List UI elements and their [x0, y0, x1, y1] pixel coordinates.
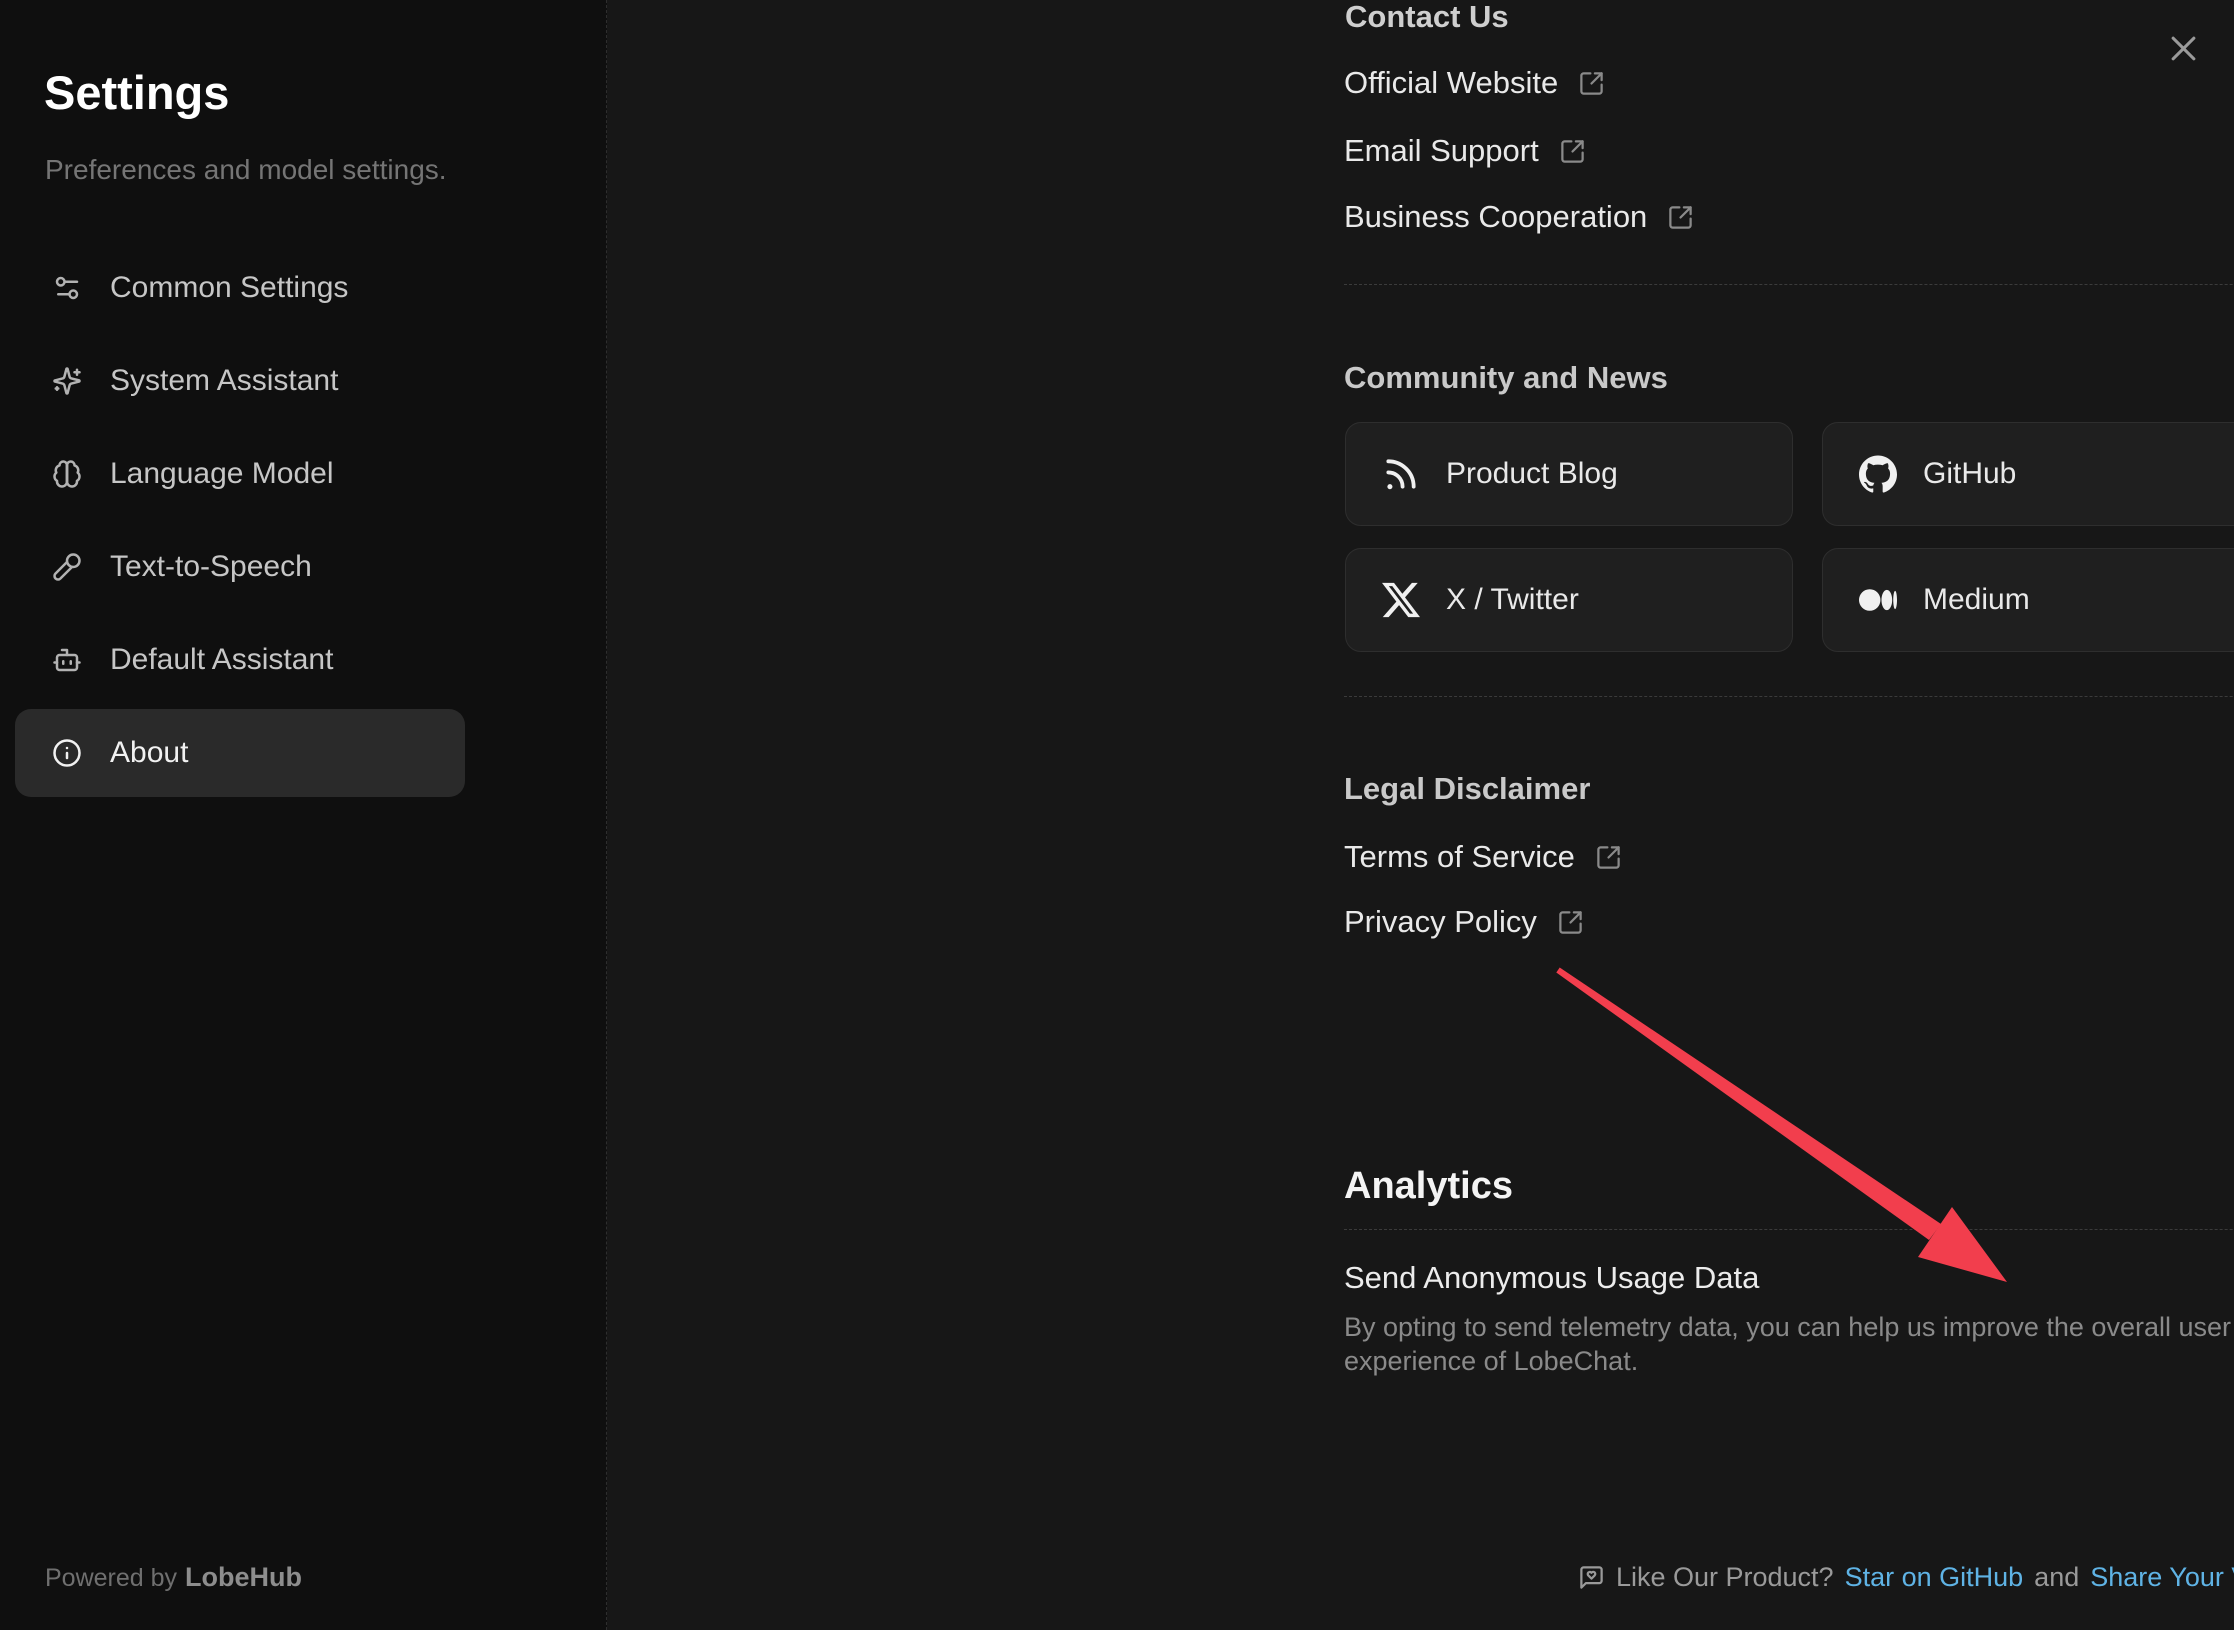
panel-footer: Like Our Product? Star on GitHub and Sha…: [1215, 1562, 2234, 1593]
external-link-icon: [1595, 844, 1622, 871]
footer-prefix: Like Our Product?: [1616, 1562, 1834, 1593]
sidebar-nav: Common Settings System Assistant Languag…: [15, 244, 465, 802]
mic-icon: [52, 552, 82, 582]
section-divider: [1344, 284, 2234, 285]
medium-icon: [1859, 581, 1897, 619]
product-blog-button[interactable]: Product Blog: [1345, 422, 1793, 526]
sidebar-item-default-assistant[interactable]: Default Assistant: [15, 616, 465, 704]
analytics-heading: Analytics: [1344, 1163, 1513, 1209]
lobehub-logo: LobeHub: [185, 1562, 302, 1592]
about-settings-panel: Contact Us Official Website Email Suppor…: [608, 0, 2234, 1630]
section-divider: [1344, 1229, 2234, 1230]
sidebar-item-text-to-speech[interactable]: Text-to-Speech: [15, 523, 465, 611]
usage-data-description: By opting to send telemetry data, you ca…: [1344, 1310, 2234, 1378]
close-icon: [2168, 33, 2199, 64]
external-link-icon: [1559, 138, 1586, 165]
sidebar-item-label: System Assistant: [110, 364, 338, 398]
brain-icon: [52, 459, 82, 489]
bot-icon: [52, 645, 82, 675]
contact-us-heading: Contact Us: [1345, 0, 1509, 35]
page-subtitle: Preferences and model settings.: [45, 154, 447, 186]
privacy-policy-link[interactable]: Privacy Policy: [1344, 898, 1584, 946]
sidebar-item-label: About: [110, 736, 188, 770]
x-twitter-button[interactable]: X / Twitter: [1345, 548, 1793, 652]
star-on-github-link[interactable]: Star on GitHub: [1845, 1562, 2024, 1593]
official-website-link[interactable]: Official Website: [1344, 59, 1605, 107]
sidebar-item-common-settings[interactable]: Common Settings: [15, 244, 465, 332]
business-cooperation-link[interactable]: Business Cooperation: [1344, 193, 1694, 241]
usage-data-label: Send Anonymous Usage Data: [1344, 1258, 1759, 1298]
x-twitter-icon: [1382, 581, 1420, 619]
sidebar-item-label: Common Settings: [110, 271, 348, 305]
medium-button[interactable]: Medium: [1822, 548, 2234, 652]
sidebar-item-about[interactable]: About: [15, 709, 465, 797]
sidebar-item-label: Language Model: [110, 457, 334, 491]
terms-of-service-link[interactable]: Terms of Service: [1344, 833, 1622, 881]
legal-heading: Legal Disclaimer: [1344, 771, 1590, 807]
sidebar-item-label: Text-to-Speech: [110, 550, 312, 584]
page-title: Settings: [44, 65, 229, 120]
share-feedback-link[interactable]: Share Your Valuable Feedback: [2090, 1562, 2234, 1593]
sliders-icon: [52, 273, 82, 303]
sparkles-icon: [52, 366, 82, 396]
footer-middle: and: [2034, 1562, 2079, 1593]
close-button[interactable]: [2159, 24, 2207, 72]
sidebar-item-language-model[interactable]: Language Model: [15, 430, 465, 518]
email-support-link[interactable]: Email Support: [1344, 127, 1586, 175]
powered-by: Powered byLobeHub: [45, 1562, 302, 1593]
github-button[interactable]: GitHub: [1822, 422, 2234, 526]
external-link-icon: [1557, 909, 1584, 936]
sidebar-item-system-assistant[interactable]: System Assistant: [15, 337, 465, 425]
community-heading: Community and News: [1344, 360, 1668, 396]
github-icon: [1859, 455, 1897, 493]
rss-icon: [1382, 455, 1420, 493]
settings-sidebar: Settings Preferences and model settings.…: [0, 0, 607, 1630]
external-link-icon: [1578, 70, 1605, 97]
message-square-heart-icon: [1578, 1564, 1605, 1591]
section-divider: [1344, 696, 2234, 697]
external-link-icon: [1667, 204, 1694, 231]
info-icon: [52, 738, 82, 768]
sidebar-item-label: Default Assistant: [110, 643, 333, 677]
